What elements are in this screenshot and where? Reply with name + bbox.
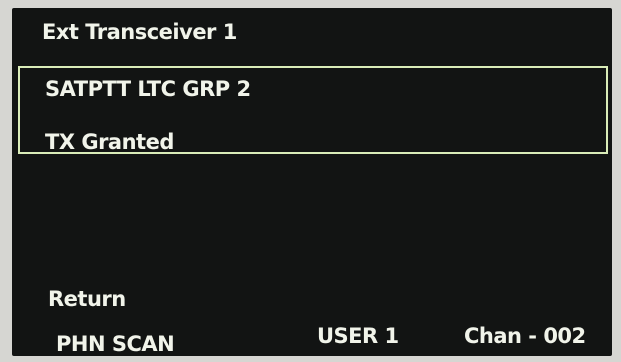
tx-status-text: TX Granted (45, 130, 174, 154)
transceiver-title: Ext Transceiver 1 (42, 20, 237, 44)
display-screen: Ext Transceiver 1 SATPTT LTC GRP 2 TX Gr… (12, 8, 612, 356)
user-indicator: USER 1 (317, 324, 399, 348)
scan-mode-softkey[interactable]: PHN SCAN (56, 334, 175, 355)
talkgroup-name[interactable]: SATPTT LTC GRP 2 (45, 79, 251, 100)
channel-indicator: Chan - 002 (464, 324, 586, 348)
return-menu-item[interactable]: Return (48, 289, 126, 310)
